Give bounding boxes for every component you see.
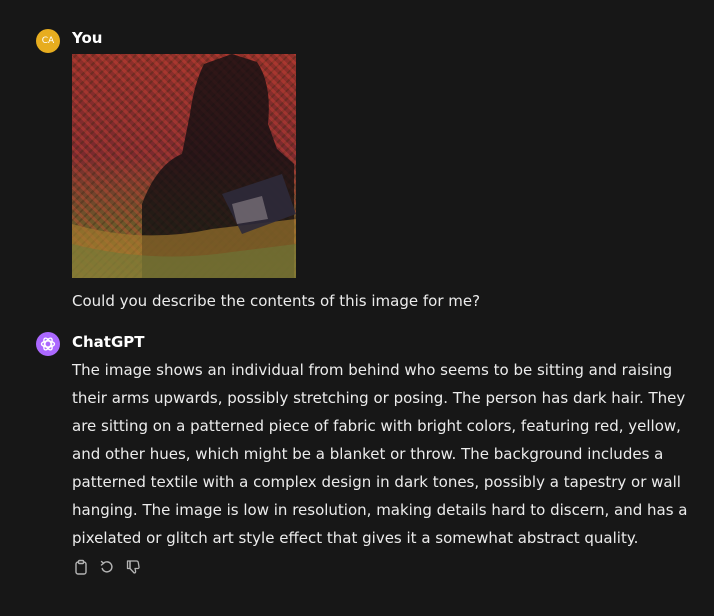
user-author-name: You [72, 29, 103, 47]
thumbs-down-button[interactable] [124, 558, 142, 576]
attached-image-graphic [72, 54, 296, 278]
openai-logo-icon [40, 337, 56, 351]
chat-thread: CA You Could you describe the contents o… [0, 0, 714, 616]
copy-button[interactable] [72, 558, 90, 576]
regenerate-button[interactable] [98, 558, 116, 576]
attached-image[interactable] [72, 54, 296, 278]
assistant-author-name: ChatGPT [72, 333, 145, 351]
thumbs-down-icon [126, 560, 140, 574]
assistant-message-text: The image shows an individual from behin… [72, 361, 688, 547]
user-message-text: Could you describe the contents of this … [72, 292, 481, 310]
regenerate-icon [100, 560, 113, 573]
assistant-avatar [36, 332, 60, 356]
copy-icon [75, 559, 87, 575]
message-actions [72, 558, 142, 576]
user-avatar: CA [36, 29, 60, 53]
